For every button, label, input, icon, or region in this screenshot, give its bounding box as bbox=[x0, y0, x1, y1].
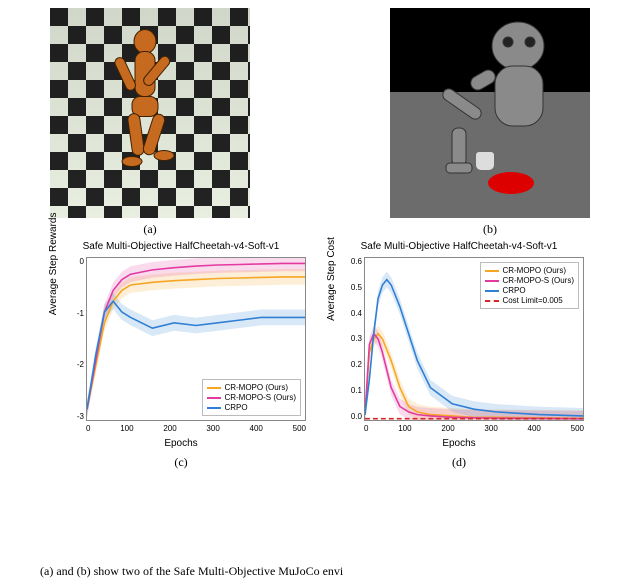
y-tick: 0.0 bbox=[351, 412, 362, 421]
legend-item: CR-MOPO-S (Ours) bbox=[207, 393, 296, 402]
plot-area: CR-MOPO (Ours)CR-MOPO-S (Ours)CRPOCost L… bbox=[364, 257, 584, 421]
sim-image-robot bbox=[390, 8, 590, 218]
x-tick: 100 bbox=[120, 424, 133, 433]
humanoid-icon bbox=[90, 22, 210, 205]
legend-item: CR-MOPO (Ours) bbox=[207, 383, 296, 392]
chart-title: Safe Multi-Objective HalfCheetah-v4-Soft… bbox=[328, 241, 590, 252]
y-tick: 0.3 bbox=[351, 334, 362, 343]
x-tick: 0 bbox=[364, 424, 368, 433]
x-tick: 300 bbox=[484, 424, 497, 433]
y-tick: 0.1 bbox=[351, 386, 362, 395]
legend-item: CRPO bbox=[485, 286, 574, 295]
y-ticks: 0 -1 -2 -3 bbox=[58, 257, 84, 421]
x-ticks: 0 100 200 300 400 500 bbox=[86, 424, 306, 433]
x-tick: 200 bbox=[441, 424, 454, 433]
x-tick: 500 bbox=[293, 424, 306, 433]
y-tick: 0.2 bbox=[351, 360, 362, 369]
x-axis-label: Epochs bbox=[50, 438, 312, 449]
subcaption-d: (d) bbox=[452, 455, 466, 470]
legend: CR-MOPO (Ours)CR-MOPO-S (Ours)CRPO bbox=[202, 379, 301, 416]
y-tick: -1 bbox=[77, 309, 84, 318]
subcaption-c: (c) bbox=[174, 455, 187, 470]
legend-label: CR-MOPO-S (Ours) bbox=[224, 393, 296, 402]
row-images: (a) bbox=[50, 8, 590, 237]
y-tick: 0 bbox=[80, 257, 84, 266]
legend-item: CR-MOPO (Ours) bbox=[485, 266, 574, 275]
y-tick: -3 bbox=[77, 412, 84, 421]
sim-image-humanoid bbox=[50, 8, 250, 218]
figure-grid: (a) bbox=[50, 8, 590, 474]
x-tick: 300 bbox=[206, 424, 219, 433]
legend-item: CRPO bbox=[207, 403, 296, 412]
legend-label: CRPO bbox=[224, 403, 247, 412]
legend-label: Cost Limit=0.005 bbox=[502, 296, 562, 305]
plot-area: CR-MOPO (Ours)CR-MOPO-S (Ours)CRPO bbox=[86, 257, 306, 421]
x-tick: 400 bbox=[250, 424, 263, 433]
legend-label: CR-MOPO (Ours) bbox=[502, 266, 566, 275]
subfig-a: (a) bbox=[50, 8, 250, 237]
x-ticks: 0 100 200 300 400 500 bbox=[364, 424, 584, 433]
rewards-chart: Safe Multi-Objective HalfCheetah-v4-Soft… bbox=[50, 241, 312, 451]
legend-item: CR-MOPO-S (Ours) bbox=[485, 276, 574, 285]
subcaption-a: (a) bbox=[143, 222, 156, 237]
x-tick: 400 bbox=[528, 424, 541, 433]
subfig-b: (b) bbox=[390, 8, 590, 237]
subcaption-b: (b) bbox=[483, 222, 497, 237]
robot-scene bbox=[390, 8, 590, 218]
subfig-d: Safe Multi-Objective HalfCheetah-v4-Soft… bbox=[328, 241, 590, 470]
y-tick: 0.5 bbox=[351, 283, 362, 292]
row-charts: Safe Multi-Objective HalfCheetah-v4-Soft… bbox=[50, 241, 590, 470]
y-tick: 0.6 bbox=[351, 257, 362, 266]
x-tick: 500 bbox=[571, 424, 584, 433]
y-tick: 0.4 bbox=[351, 309, 362, 318]
legend-label: CRPO bbox=[502, 286, 525, 295]
legend: CR-MOPO (Ours)CR-MOPO-S (Ours)CRPOCost L… bbox=[480, 262, 579, 309]
legend-label: CR-MOPO (Ours) bbox=[224, 383, 288, 392]
robot-arm-icon bbox=[400, 18, 570, 211]
y-tick: -2 bbox=[77, 360, 84, 369]
y-ticks: 0.6 0.5 0.4 0.3 0.2 0.1 0.0 bbox=[336, 257, 362, 421]
x-tick: 0 bbox=[86, 424, 90, 433]
legend-item: Cost Limit=0.005 bbox=[485, 296, 574, 305]
figure-caption-fragment: (a) and (b) show two of the Safe Multi-O… bbox=[40, 564, 610, 579]
x-tick: 200 bbox=[163, 424, 176, 433]
x-tick: 100 bbox=[398, 424, 411, 433]
legend-label: CR-MOPO-S (Ours) bbox=[502, 276, 574, 285]
cost-chart: Safe Multi-Objective HalfCheetah-v4-Soft… bbox=[328, 241, 590, 451]
chart-title: Safe Multi-Objective HalfCheetah-v4-Soft… bbox=[50, 241, 312, 252]
subfig-c: Safe Multi-Objective HalfCheetah-v4-Soft… bbox=[50, 241, 312, 470]
x-axis-label: Epochs bbox=[328, 438, 590, 449]
